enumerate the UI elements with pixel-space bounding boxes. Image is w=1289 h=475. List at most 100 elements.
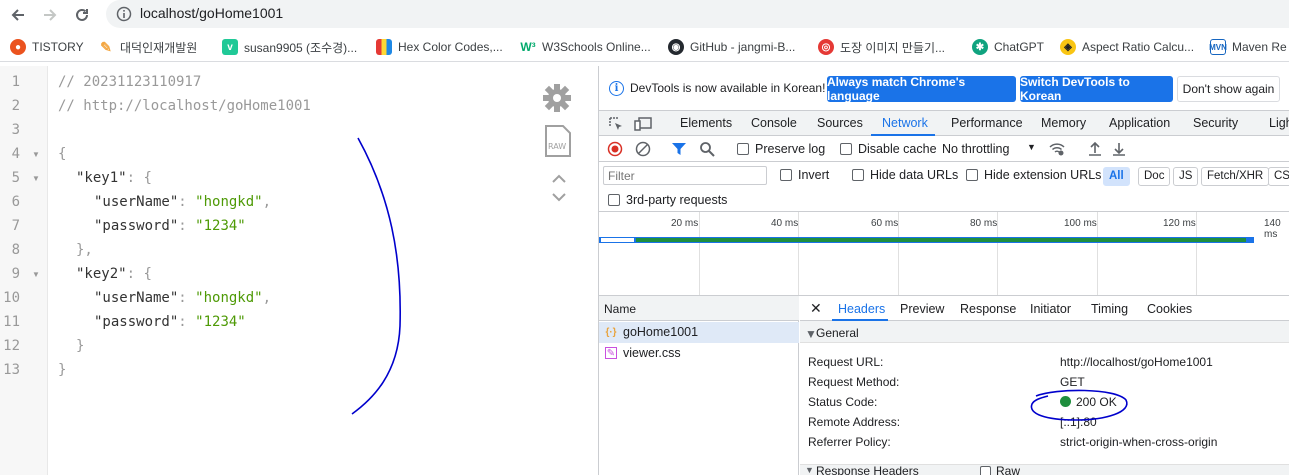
line-number: 8 (11, 242, 20, 258)
header-key: Remote Address: (808, 415, 901, 429)
third-party-label: 3rd-party requests (626, 193, 728, 207)
hide-extension-urls-label: Hide extension URLs (984, 168, 1102, 182)
throttling-select[interactable]: No throttling (942, 142, 1009, 156)
type-filter-css[interactable]: CSS (1268, 167, 1289, 186)
clear-icon[interactable] (635, 141, 651, 157)
bookmark-stamp[interactable]: ◎ 도장 이미지 만들기... (818, 38, 945, 56)
type-filter-doc[interactable]: Doc (1138, 167, 1171, 186)
third-party-checkbox[interactable] (608, 194, 620, 206)
tab-timing[interactable]: Timing (1091, 302, 1128, 316)
dont-show-again-button[interactable]: Don't show again (1177, 76, 1280, 102)
line-number: 6 (11, 194, 20, 210)
tab-preview[interactable]: Preview (900, 302, 944, 316)
inspect-element-icon[interactable] (608, 116, 624, 132)
upload-icon[interactable] (1087, 141, 1103, 157)
tab-memory[interactable]: Memory (1041, 116, 1086, 130)
hide-data-urls-checkbox[interactable] (852, 169, 864, 181)
gear-icon[interactable] (541, 82, 573, 114)
search-icon[interactable] (699, 141, 715, 157)
network-conditions-icon[interactable] (1049, 141, 1065, 157)
line-number: 1 (11, 74, 20, 90)
general-section-header[interactable]: ▼ General (800, 321, 1289, 343)
tab-network[interactable]: Network (882, 116, 928, 130)
download-icon[interactable] (1111, 141, 1127, 157)
fold-toggle-icon[interactable]: ▼ (32, 150, 40, 159)
tistory-icon: ● (10, 39, 26, 55)
type-filter-js[interactable]: JS (1173, 167, 1199, 186)
tab-initiator[interactable]: Initiator (1030, 302, 1071, 316)
expand-collapse-icon[interactable] (550, 170, 568, 206)
response-headers-section-header[interactable]: ▼ Response Headers Raw (800, 464, 1289, 475)
bookmark-label: susan9905 (조수경)... (244, 40, 358, 55)
tab-elements[interactable]: Elements (680, 116, 732, 130)
tab-cookies[interactable]: Cookies (1147, 302, 1192, 316)
device-toolbar-icon[interactable] (634, 116, 652, 132)
disable-cache-checkbox[interactable] (840, 143, 852, 155)
tab-headers[interactable]: Headers (838, 302, 885, 316)
bookmark-tistory[interactable]: ● TISTORY (10, 38, 84, 56)
raw-view-icon[interactable]: RAW (544, 124, 572, 158)
back-button[interactable] (6, 3, 30, 27)
tab-sources[interactable]: Sources (817, 116, 863, 130)
code-line-2: // http://localhost/goHome1001 (58, 98, 311, 114)
preserve-log-checkbox[interactable] (737, 143, 749, 155)
tab-response[interactable]: Response (960, 302, 1016, 316)
json-key: "key2" (76, 266, 127, 282)
timeline-gridline (1196, 212, 1197, 295)
network-toolbar: Preserve log Disable cache No throttling… (599, 136, 1289, 162)
site-info-icon[interactable] (116, 6, 132, 22)
hide-extension-urls-checkbox[interactable] (966, 169, 978, 181)
fold-toggle-icon[interactable]: ▼ (32, 174, 40, 183)
line-number: 9 (11, 266, 20, 282)
bookmark-aspect-ratio[interactable]: ◈ Aspect Ratio Calcu... (1060, 38, 1194, 56)
stop-recording-icon[interactable] (607, 141, 623, 157)
switch-to-korean-button[interactable]: Switch DevTools to Korean (1020, 75, 1173, 103)
tab-application[interactable]: Application (1109, 116, 1170, 130)
tab-performance[interactable]: Performance (951, 116, 1023, 130)
forward-button[interactable] (38, 3, 62, 27)
filter-input[interactable] (603, 166, 767, 185)
bookmark-label: 도장 이미지 만들기... (840, 40, 945, 55)
bookmark-label: Hex Color Codes,... (398, 40, 503, 54)
bookmark-chatgpt[interactable]: ✱ ChatGPT (972, 38, 1044, 56)
bookmark-w3schools[interactable]: W³ W3Schools Online... (520, 38, 650, 56)
type-filter-all[interactable]: All (1103, 167, 1130, 186)
w3schools-icon: W³ (520, 40, 536, 54)
name-column-header[interactable]: Name (604, 302, 636, 316)
bookmark-daedeok[interactable]: ✎ 대덕인재개발원 (98, 38, 197, 56)
reload-button[interactable] (70, 3, 94, 27)
filter-icon[interactable] (671, 141, 687, 157)
bookmark-hex-color[interactable]: Hex Color Codes,... (376, 38, 503, 56)
json-string: "hongkd" (195, 194, 263, 210)
bookmark-label: Aspect Ratio Calcu... (1082, 40, 1195, 54)
raw-checkbox[interactable] (980, 466, 991, 475)
invert-checkbox[interactable] (780, 169, 792, 181)
bookmark-velog[interactable]: v susan9905 (조수경)... (222, 38, 357, 56)
code-line-6: "userName": "hongkd", (94, 194, 271, 210)
always-match-language-button[interactable]: Always match Chrome's language (827, 75, 1016, 103)
line-gutter: 1 2 3 4 5 6 7 8 9 10 11 12 13 ▼ ▼ ▼ (0, 66, 48, 475)
json-colon: : (178, 194, 196, 210)
bookmark-label: Maven Re (1232, 40, 1287, 54)
network-overview[interactable]: 20 ms 40 ms 60 ms 80 ms 100 ms 120 ms 14… (599, 212, 1289, 296)
palette-icon (376, 39, 392, 55)
close-icon[interactable]: ✕ (810, 300, 822, 317)
request-row[interactable]: {·} goHome1001 (599, 322, 799, 343)
fold-toggle-icon[interactable]: ▼ (32, 270, 40, 279)
json-file-icon: {·} (605, 326, 617, 338)
bookmark-maven[interactable]: MVN Maven Re (1209, 38, 1287, 56)
omnibox[interactable]: localhost/goHome1001 (106, 0, 1289, 28)
json-brace: } (58, 362, 67, 378)
bookmark-github[interactable]: ◉ GitHub - jangmi-B... (668, 38, 795, 56)
tab-lighthouse[interactable]: Ligh (1269, 116, 1289, 130)
type-filter-fetch-xhr[interactable]: Fetch/XHR (1201, 167, 1270, 186)
chevron-down-icon: ▼ (1027, 142, 1036, 152)
request-row[interactable]: ✎ viewer.css (599, 343, 799, 364)
tab-console[interactable]: Console (751, 116, 797, 130)
timeline-bar-waiting (601, 238, 634, 242)
json-comma: , (262, 194, 272, 210)
tab-security[interactable]: Security (1193, 116, 1238, 130)
url-text[interactable]: localhost/goHome1001 (140, 5, 283, 21)
header-value: http://localhost/goHome1001 (1060, 355, 1213, 369)
code-line-4: { (58, 146, 66, 162)
